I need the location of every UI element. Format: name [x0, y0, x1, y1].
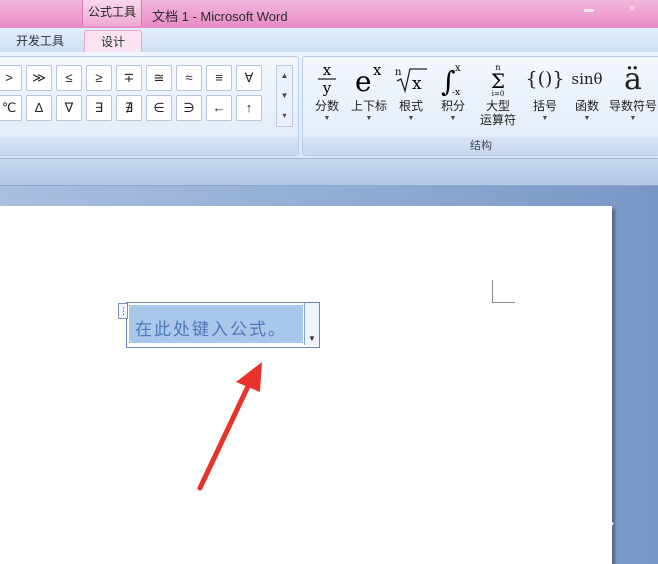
large-operator-label-2: 运算符	[479, 113, 516, 127]
watermark-url: jingyan.baidu.com	[510, 538, 599, 550]
function-label: 函数	[574, 99, 599, 113]
chevron-down-icon: ▼	[365, 115, 373, 122]
svg-text:x: x	[323, 61, 332, 79]
script-button[interactable]: ex 上下标 ▼	[347, 59, 391, 135]
large-operator-icon: n Σi=0	[475, 59, 521, 99]
ribbon-tab-row: 开发工具 设计	[0, 28, 658, 53]
equation-placeholder: 在此处键入公式。	[135, 320, 287, 340]
symbol-button[interactable]: ↑	[236, 95, 262, 121]
chevron-down-icon: ▼	[541, 115, 549, 122]
equation-input-field[interactable]: 在此处键入公式。	[129, 305, 303, 343]
equation-options-button[interactable]: ▼	[304, 303, 319, 345]
tab-developer[interactable]: 开发工具	[8, 30, 72, 52]
svg-text:x: x	[412, 74, 422, 94]
symbol-gallery: > ≫ ≤ ≥ ∓ ≅ ≈ ≡ ∀ ℃ Δ ∇ ∃ ∄ ∈ ∋ ← ↑	[0, 65, 262, 121]
red-arrow-annotation	[197, 362, 262, 491]
large-operator-label: 大型	[485, 99, 510, 113]
function-icon: sinθ	[571, 70, 603, 88]
svg-text:n: n	[395, 67, 402, 78]
chevron-down-icon: ▼	[323, 115, 331, 122]
symbol-button[interactable]: ∄	[116, 95, 142, 121]
large-operator-button[interactable]: n Σi=0 大型 运算符	[475, 59, 521, 135]
structures-group-label: 结构	[303, 137, 658, 155]
bracket-icon: {()}	[525, 68, 565, 90]
integral-icon: ∫ x -x	[431, 59, 475, 99]
svg-text:x: x	[455, 63, 461, 74]
chevron-down-icon: ▼	[407, 115, 415, 122]
symbols-group-footer	[0, 137, 298, 155]
integral-button[interactable]: ∫ x -x 积分 ▼	[431, 59, 475, 135]
script-label: 上下标	[350, 99, 387, 113]
symbol-button[interactable]: ℃	[0, 95, 22, 121]
svg-text:i=0: i=0	[492, 90, 505, 97]
close-button[interactable]: ✕	[628, 4, 636, 15]
gallery-scroll[interactable]: ▲ ▼ ▾	[276, 65, 293, 127]
ribbon: > ≫ ≤ ≥ ∓ ≅ ≈ ≡ ∀ ℃ Δ ∇ ∃ ∄ ∈ ∋ ← ↑ ▲ ▼ …	[0, 52, 658, 159]
svg-text:x: x	[373, 61, 382, 79]
scroll-down-icon[interactable]: ▼	[277, 86, 292, 106]
ruler-bar	[0, 159, 658, 186]
symbol-button[interactable]: Δ	[26, 95, 52, 121]
chevron-down-icon: ▼	[583, 115, 591, 122]
symbol-button[interactable]: ≡	[206, 65, 232, 91]
svg-text:-x: -x	[452, 88, 460, 97]
fraction-label: 分数	[314, 99, 339, 113]
chevron-down-icon: ▼	[629, 115, 637, 122]
tab-design[interactable]: 设计	[84, 30, 142, 53]
symbol-button[interactable]: ≈	[176, 65, 202, 91]
accent-icon: ä	[624, 61, 642, 97]
script-icon: ex	[347, 59, 391, 99]
bracket-label: 括号	[532, 99, 557, 113]
symbol-button[interactable]: ∋	[176, 95, 202, 121]
integral-label: 积分	[440, 99, 465, 113]
fraction-icon: xy	[305, 59, 349, 99]
contextual-tab-equation-tools: 公式工具	[82, 0, 142, 26]
radical-icon: nx	[389, 59, 433, 99]
symbol-button[interactable]: ≫	[26, 65, 52, 91]
structures-group: xy 分数 ▼ ex 上下标 ▼ nx 根式 ▼ ∫ x -x 积分 ▼ n Σ…	[302, 56, 658, 156]
minimize-button[interactable]: ▬	[584, 4, 594, 15]
function-button[interactable]: sinθ 函数 ▼	[565, 59, 609, 135]
equation-box[interactable]: ⋮ 在此处键入公式。 ▼	[118, 302, 320, 348]
chevron-down-icon: ▼	[449, 115, 457, 122]
symbol-button[interactable]: ∇	[56, 95, 82, 121]
svg-text:y: y	[322, 79, 332, 97]
symbol-button[interactable]: ≥	[86, 65, 112, 91]
radical-button[interactable]: nx 根式 ▼	[389, 59, 433, 135]
scroll-up-icon[interactable]: ▲	[277, 66, 292, 86]
equation-handle-icon[interactable]: ⋮	[118, 303, 128, 319]
symbol-button[interactable]: ≤	[56, 65, 82, 91]
gallery-more-icon[interactable]: ▾	[277, 106, 292, 126]
bracket-button[interactable]: {()} 括号 ▼	[523, 59, 567, 135]
fraction-button[interactable]: xy 分数 ▼	[305, 59, 349, 135]
margin-corner-mark	[492, 280, 515, 303]
symbol-button[interactable]: ≅	[146, 65, 172, 91]
accent-button[interactable]: ä 导数符号 ▼	[607, 59, 658, 135]
symbol-button[interactable]: >	[0, 65, 22, 91]
svg-text:e: e	[355, 65, 372, 97]
title-bar: 公式工具 文档 1 - Microsoft Word ▬ ✕	[0, 0, 658, 28]
window-title: 文档 1 - Microsoft Word	[152, 9, 288, 24]
symbol-button[interactable]: ∀	[236, 65, 262, 91]
chevron-down-icon: ▼	[308, 334, 316, 343]
radical-label: 根式	[398, 99, 423, 113]
symbols-group: > ≫ ≤ ≥ ∓ ≅ ≈ ≡ ∀ ℃ Δ ∇ ∃ ∄ ∈ ∋ ← ↑ ▲ ▼ …	[0, 56, 299, 156]
symbol-button[interactable]: ∓	[116, 65, 142, 91]
symbol-button[interactable]: ∃	[86, 95, 112, 121]
accent-label: 导数符号	[608, 99, 657, 113]
symbol-button[interactable]: ∈	[146, 95, 172, 121]
symbol-button[interactable]: ←	[206, 95, 232, 121]
